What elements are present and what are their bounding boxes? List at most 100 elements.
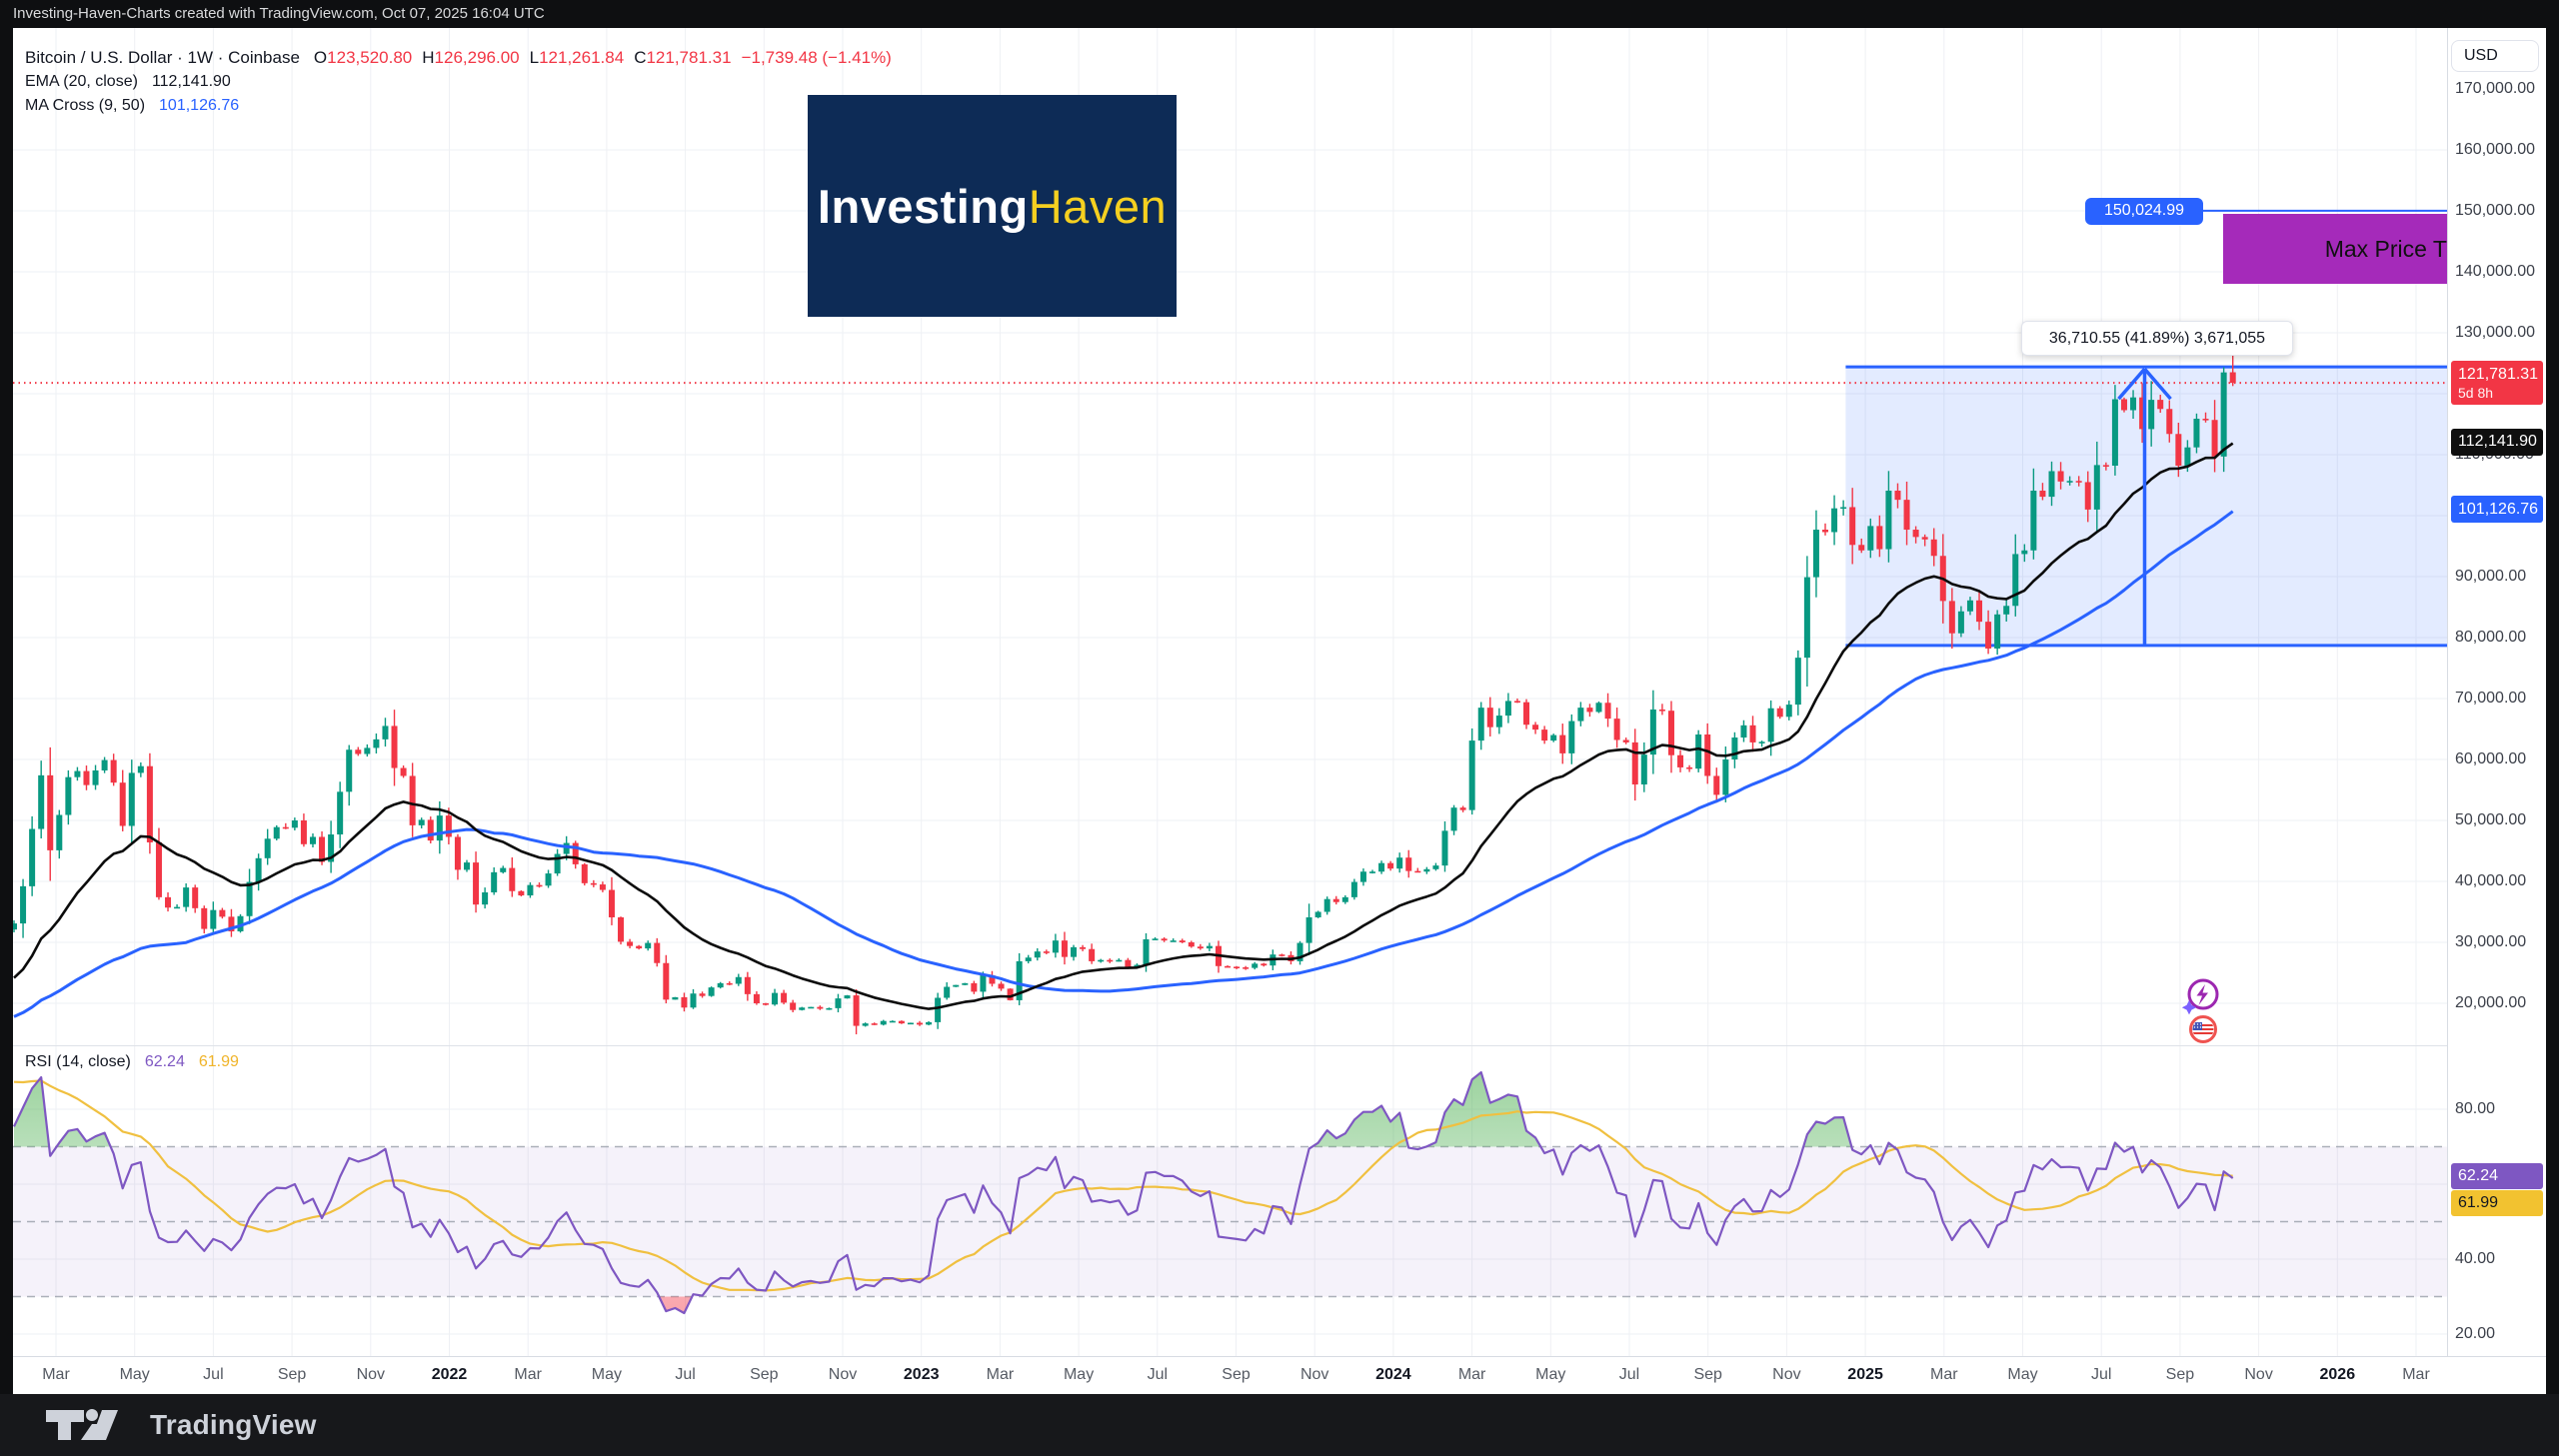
tradingview-wordmark[interactable]: TradingView xyxy=(150,1409,317,1441)
candle xyxy=(1731,737,1737,759)
candle xyxy=(1243,967,1249,969)
candle xyxy=(74,771,80,777)
ma-cross-legend[interactable]: MA Cross (9, 50)101,126.76 xyxy=(25,97,239,115)
candle xyxy=(1351,882,1357,897)
candle xyxy=(1044,951,1050,953)
candle xyxy=(835,998,841,1008)
candle xyxy=(1686,767,1692,769)
candle xyxy=(283,827,289,829)
candle xyxy=(346,749,352,791)
candle xyxy=(1894,491,1900,500)
candle xyxy=(2203,419,2209,421)
candle xyxy=(2175,434,2181,466)
candle xyxy=(518,891,524,895)
candle xyxy=(102,760,108,770)
candle xyxy=(1541,729,1547,740)
time-axis-label: Mar xyxy=(42,1366,70,1384)
candle xyxy=(1813,530,1819,578)
candle xyxy=(536,885,542,887)
candle xyxy=(772,993,778,1005)
candle xyxy=(1107,960,1113,962)
time-axis-label: Nov xyxy=(1772,1366,1800,1384)
candle xyxy=(1713,775,1719,794)
time-axis-label: Jul xyxy=(1148,1366,1168,1384)
candle xyxy=(1659,710,1665,712)
candle xyxy=(546,873,552,885)
currency-button[interactable]: USD xyxy=(2451,40,2539,72)
time-axis-label: Mar xyxy=(2402,1366,2430,1384)
candle xyxy=(944,987,950,998)
candle xyxy=(681,997,687,1007)
candle xyxy=(419,819,425,824)
candle xyxy=(1505,701,1511,716)
chart-action-icons[interactable] xyxy=(2177,971,2229,1047)
price-axis-label: 20,000.00 xyxy=(2455,994,2526,1012)
candle xyxy=(700,993,706,995)
frame-left xyxy=(0,28,13,1394)
candle xyxy=(265,838,271,858)
candlestick-chart[interactable] xyxy=(13,28,2447,1356)
target-price-label[interactable]: 150,024.99 xyxy=(2085,198,2203,225)
candle xyxy=(1478,708,1484,740)
candle xyxy=(464,862,470,869)
candle xyxy=(1378,863,1384,872)
candle xyxy=(881,1021,887,1025)
candle xyxy=(1189,942,1195,946)
window-title: Investing-Haven-Charts created with Trad… xyxy=(0,0,2559,28)
candle xyxy=(1333,899,1339,902)
time-axis[interactable]: MarMayJulSepNov2022MarMayJulSepNov2023Ma… xyxy=(13,1356,2546,1394)
us-flag-icon[interactable] xyxy=(2191,1017,2216,1042)
candle xyxy=(790,1002,796,1009)
candle xyxy=(437,815,443,840)
max-price-callout[interactable]: Max Price T xyxy=(2223,214,2447,284)
candle xyxy=(736,977,742,984)
candle xyxy=(1315,912,1321,917)
candle xyxy=(1053,940,1059,952)
candle xyxy=(845,995,851,998)
candle xyxy=(1423,869,1429,871)
candle xyxy=(2166,409,2172,434)
time-axis-label: Mar xyxy=(514,1366,542,1384)
pane-separator[interactable] xyxy=(13,1045,2447,1046)
candle xyxy=(355,749,361,753)
candle xyxy=(2076,481,2082,483)
candle xyxy=(1523,703,1529,726)
candle xyxy=(1994,615,2000,649)
candle xyxy=(192,887,198,908)
price-axis-label: 60,000.00 xyxy=(2455,750,2526,768)
candle xyxy=(872,1023,878,1025)
candle xyxy=(1740,726,1746,737)
candle xyxy=(256,858,262,882)
candle xyxy=(301,820,307,844)
rsi-legend[interactable]: RSI (14, close) 62.24 61.99 xyxy=(25,1053,239,1071)
candle xyxy=(410,775,416,824)
candle xyxy=(1062,940,1068,956)
candle xyxy=(93,770,99,785)
ema-legend[interactable]: EMA (20, close)112,141.90 xyxy=(25,73,231,91)
candle xyxy=(2003,606,2009,615)
candle xyxy=(817,1007,823,1009)
candle xyxy=(1153,938,1159,940)
candle xyxy=(808,1007,814,1009)
candle xyxy=(926,1022,932,1024)
candle xyxy=(13,923,17,929)
candle xyxy=(1795,658,1801,705)
symbol-legend[interactable]: Bitcoin / U.S. Dollar · 1W · Coinbase O1… xyxy=(25,48,892,68)
candle xyxy=(1360,871,1366,881)
candle xyxy=(1532,725,1538,729)
candle xyxy=(980,975,986,991)
frame-right xyxy=(2546,28,2559,1394)
candle xyxy=(174,907,180,909)
rsi-value-label: 62.24 xyxy=(2451,1163,2543,1189)
price-axis[interactable]: 170,000.00160,000.00150,000.00140,000.00… xyxy=(2447,28,2546,1356)
time-axis-label: Nov xyxy=(357,1366,385,1384)
symbol-title: Bitcoin / U.S. Dollar · 1W · Coinbase xyxy=(25,48,300,68)
candle xyxy=(2012,554,2018,606)
candle xyxy=(1432,865,1438,869)
candle xyxy=(2230,373,2236,384)
candle xyxy=(999,983,1005,988)
lightning-icon[interactable] xyxy=(2182,980,2217,1014)
candle xyxy=(2148,400,2154,429)
tradingview-icon[interactable] xyxy=(40,1402,136,1448)
time-axis-label: 2022 xyxy=(432,1366,468,1384)
